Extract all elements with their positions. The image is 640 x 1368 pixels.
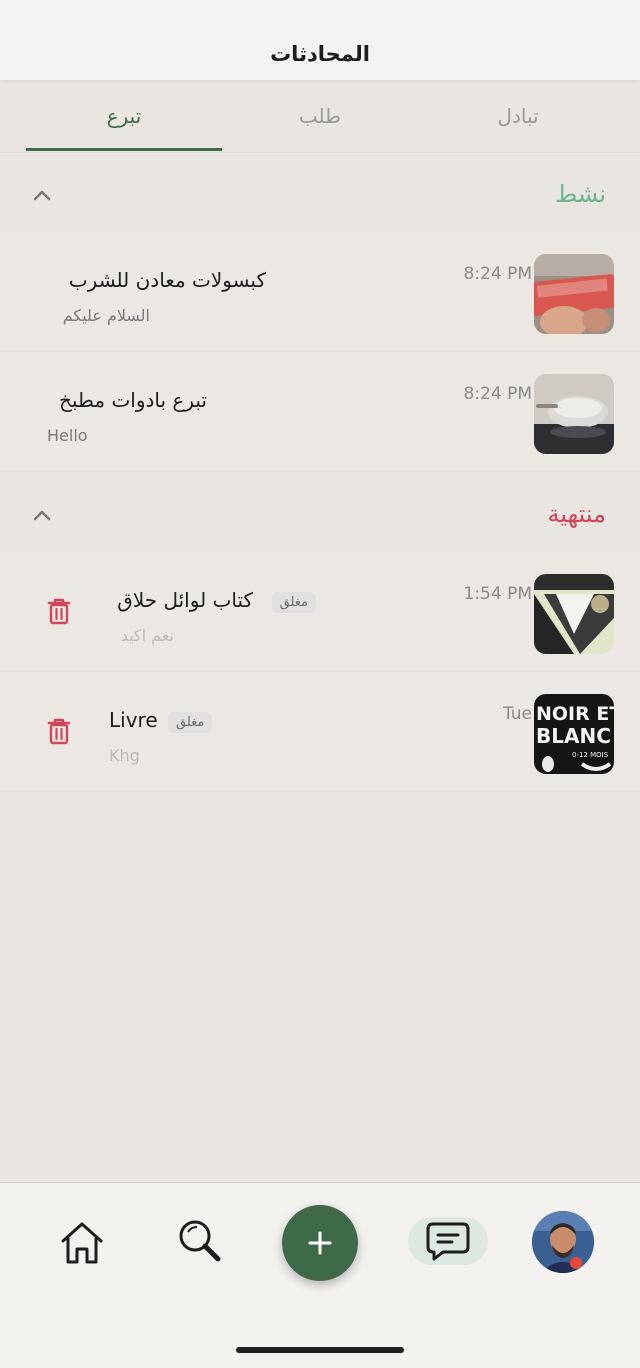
nav-home[interactable]	[52, 1213, 112, 1273]
status-badge: مغلق	[271, 592, 316, 613]
message-time: 1:54 PM	[463, 584, 533, 604]
chevron-up-icon[interactable]	[30, 184, 54, 208]
section-title-active: نشط	[555, 180, 606, 208]
message-time: 8:24 PM	[463, 264, 533, 284]
top-bar: المحادثات	[0, 0, 640, 80]
divider	[0, 152, 640, 153]
tab-request[interactable]: طلب	[222, 80, 418, 152]
thumb-text: 0-12 MOIS	[572, 751, 609, 759]
message-preview: السلام عليكم	[62, 306, 150, 325]
message-time: 8:24 PM	[463, 384, 533, 404]
conversation-row[interactable]: 8:24 PM كبسولات معادن للشرب السلام عليكم	[0, 236, 640, 352]
home-indicator	[236, 1347, 404, 1353]
home-icon	[61, 1222, 103, 1264]
tab-donate[interactable]: تبرع	[26, 80, 222, 152]
nav-chats[interactable]	[408, 1217, 488, 1265]
chat-icon	[426, 1222, 470, 1261]
page-title: المحادثات	[270, 42, 370, 66]
conversation-row[interactable]: 8:24 PM تبرع بادوات مطبخ Hello	[0, 356, 640, 472]
tab-exchange[interactable]: تبادل	[420, 80, 616, 152]
conversation-title: تبرع بادوات مطبخ	[59, 388, 207, 412]
message-preview: نعم اكيد	[120, 626, 174, 645]
trash-icon[interactable]	[46, 716, 72, 746]
search-icon	[179, 1220, 221, 1262]
conversation-title: كبسولات معادن للشرب	[68, 268, 266, 292]
profile-photo-icon	[532, 1211, 594, 1273]
nav-search[interactable]	[170, 1211, 230, 1271]
conversation-title: Livre	[109, 708, 158, 732]
bottom-navigation	[0, 1182, 640, 1368]
kitchen-pot-icon	[534, 374, 614, 454]
section-title-ended: منتهية	[547, 500, 606, 528]
trash-icon[interactable]	[46, 596, 72, 626]
add-button[interactable]	[282, 1205, 358, 1281]
section-active-header[interactable]: نشط	[0, 168, 640, 228]
message-preview: Khg	[109, 746, 140, 765]
message-time: Tue	[502, 704, 532, 724]
conversation-row[interactable]: 1:54 PM كتاب لوائل حلاق مغلق نعم اكيد	[0, 556, 640, 672]
chevron-up-icon[interactable]	[30, 504, 54, 528]
plus-icon	[308, 1231, 332, 1255]
active-tab-indicator	[26, 148, 222, 151]
message-preview: Hello	[47, 426, 88, 445]
tab-bar: تبادل طلب تبرع	[0, 80, 640, 152]
conversation-row[interactable]: NOIR ET BLANC 0-12 MOIS Tue Livre مغلق K…	[0, 676, 640, 792]
hydratis-icon	[534, 254, 614, 334]
conversation-title: كتاب لوائل حلاق	[117, 588, 253, 612]
thumb-text: NOIR ET	[536, 703, 614, 725]
status-badge: مغلق	[168, 712, 213, 733]
book-cover-icon	[534, 574, 614, 654]
noir-et-blanc-icon: NOIR ET BLANC 0-12 MOIS	[534, 694, 614, 774]
thumb-text: BLANC	[536, 724, 611, 748]
section-ended-header[interactable]: منتهية	[0, 488, 640, 548]
avatar[interactable]	[532, 1211, 594, 1273]
